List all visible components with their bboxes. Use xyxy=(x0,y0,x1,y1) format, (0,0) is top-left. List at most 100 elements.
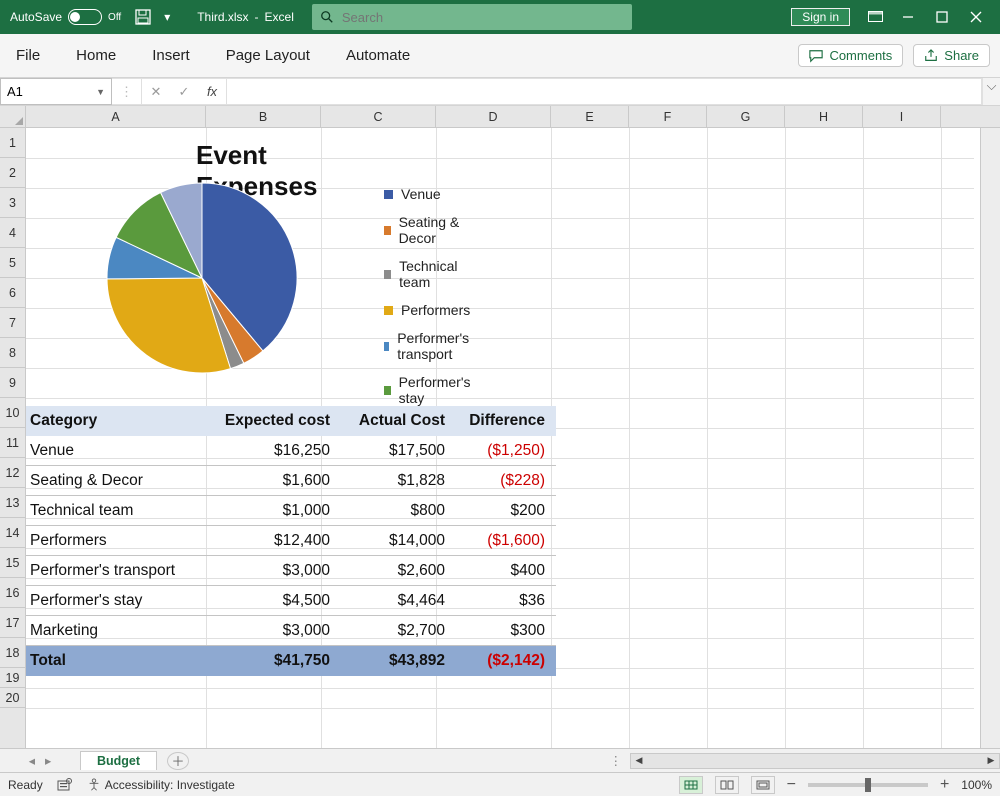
row-header-19[interactable]: 19 xyxy=(0,668,25,688)
cell-category: Performer's transport xyxy=(26,562,210,580)
toggle-track[interactable] xyxy=(68,9,102,25)
fx-icon[interactable]: fx xyxy=(198,84,226,99)
column-header-C[interactable]: C xyxy=(321,106,436,127)
table-row[interactable]: Seating & Decor$1,600$1,828($228) xyxy=(26,466,556,496)
sheet-tab-budget[interactable]: Budget xyxy=(80,751,157,770)
row-header-5[interactable]: 5 xyxy=(0,248,25,278)
minimize-icon[interactable] xyxy=(902,11,918,23)
row-header-16[interactable]: 16 xyxy=(0,578,25,608)
cell-category: Venue xyxy=(26,442,210,460)
column-header-A[interactable]: A xyxy=(26,106,206,127)
row-header-1[interactable]: 1 xyxy=(0,128,25,158)
name-box[interactable]: A1 ▼ xyxy=(0,78,112,105)
macro-record-icon[interactable] xyxy=(57,778,73,792)
row-header-6[interactable]: 6 xyxy=(0,278,25,308)
row-header-10[interactable]: 10 xyxy=(0,398,25,428)
page-break-view-icon[interactable] xyxy=(751,776,775,794)
row-header-4[interactable]: 4 xyxy=(0,218,25,248)
column-header-B[interactable]: B xyxy=(206,106,321,127)
tab-home[interactable]: Home xyxy=(70,43,122,68)
column-header-H[interactable]: H xyxy=(785,106,863,127)
autosave-toggle[interactable]: AutoSave Off xyxy=(0,9,131,25)
sign-in-button[interactable]: Sign in xyxy=(791,8,850,26)
cancel-formula-icon[interactable]: ✕ xyxy=(142,84,170,100)
row-header-2[interactable]: 2 xyxy=(0,158,25,188)
legend-item: Performer's stay xyxy=(384,374,473,406)
cell-category: Performers xyxy=(26,532,210,550)
row-header-20[interactable]: 20 xyxy=(0,688,25,708)
zoom-slider[interactable] xyxy=(808,783,928,787)
row-header-11[interactable]: 11 xyxy=(0,428,25,458)
select-all-corner[interactable] xyxy=(0,106,26,127)
col-category: Category xyxy=(26,412,210,430)
column-header-D[interactable]: D xyxy=(436,106,551,127)
page-layout-view-icon[interactable] xyxy=(715,776,739,794)
row-header-9[interactable]: 9 xyxy=(0,368,25,398)
table-row[interactable]: Venue$16,250$17,500($1,250) xyxy=(26,436,556,466)
row-header-14[interactable]: 14 xyxy=(0,518,25,548)
column-header-F[interactable]: F xyxy=(629,106,707,127)
vertical-scrollbar[interactable] xyxy=(980,128,1000,748)
legend-swatch xyxy=(384,226,391,235)
scroll-left-icon[interactable]: ◀ xyxy=(631,755,647,766)
formula-expand-icon[interactable]: ⌵ xyxy=(982,78,1000,105)
cell-actual: $800 xyxy=(340,502,455,520)
row-header-18[interactable]: 18 xyxy=(0,638,25,668)
horizontal-scrollbar[interactable]: ◀ ▶ xyxy=(630,753,1000,769)
chevron-down-icon[interactable]: ▼ xyxy=(96,87,105,97)
row-header-3[interactable]: 3 xyxy=(0,188,25,218)
total-expected: $41,750 xyxy=(210,652,340,670)
comments-button[interactable]: Comments xyxy=(798,44,903,67)
pie-chart[interactable] xyxy=(102,178,322,398)
zoom-in-icon[interactable]: + xyxy=(940,776,949,794)
enter-formula-icon[interactable]: ✓ xyxy=(170,84,198,100)
total-label: Total xyxy=(26,652,210,670)
cell-difference: $400 xyxy=(455,562,555,580)
cell-actual: $17,500 xyxy=(340,442,455,460)
qat-overflow-icon[interactable]: ▾ xyxy=(155,10,179,24)
tab-page-layout[interactable]: Page Layout xyxy=(220,43,316,68)
worksheet-grid[interactable]: 1234567891011121314151617181920 Event Ex… xyxy=(0,128,1000,748)
row-header-8[interactable]: 8 xyxy=(0,338,25,368)
cell-difference: $200 xyxy=(455,502,555,520)
autosave-label: AutoSave xyxy=(10,10,62,24)
normal-view-icon[interactable] xyxy=(679,776,703,794)
close-icon[interactable] xyxy=(970,11,986,23)
formula-bar[interactable] xyxy=(227,78,982,105)
title-bar: AutoSave Off ▾ Third.xlsx - Excel Sign i… xyxy=(0,0,1000,34)
ribbon-display-icon[interactable] xyxy=(868,11,884,23)
cell-difference: $300 xyxy=(455,622,555,640)
sheet-nav[interactable]: ◂▸ xyxy=(0,753,80,768)
table-row[interactable]: Performer's transport$3,000$2,600$400 xyxy=(26,556,556,586)
column-header-I[interactable]: I xyxy=(863,106,941,127)
search-input[interactable] xyxy=(342,10,624,25)
column-header-E[interactable]: E xyxy=(551,106,629,127)
table-row[interactable]: Marketing$3,000$2,700$300 xyxy=(26,616,556,646)
row-header-15[interactable]: 15 xyxy=(0,548,25,578)
accessibility-icon[interactable]: Accessibility: Investigate xyxy=(87,778,235,792)
row-header-12[interactable]: 12 xyxy=(0,458,25,488)
add-sheet-button[interactable]: ＋ xyxy=(167,752,189,770)
column-header-G[interactable]: G xyxy=(707,106,785,127)
formula-input[interactable] xyxy=(227,84,981,99)
legend-label: Performer's transport xyxy=(397,330,473,362)
row-header-17[interactable]: 17 xyxy=(0,608,25,638)
tab-automate[interactable]: Automate xyxy=(340,43,416,68)
row-header-7[interactable]: 7 xyxy=(0,308,25,338)
cell-expected: $16,250 xyxy=(210,442,340,460)
zoom-out-icon[interactable]: − xyxy=(787,776,796,794)
tab-file[interactable]: File xyxy=(10,43,46,68)
table-row[interactable]: Technical team$1,000$800$200 xyxy=(26,496,556,526)
sheet-split-icon[interactable]: ⋮ xyxy=(610,753,623,768)
scroll-right-icon[interactable]: ▶ xyxy=(983,755,999,766)
search-box[interactable] xyxy=(312,4,632,30)
maximize-icon[interactable] xyxy=(936,11,952,23)
tab-insert[interactable]: Insert xyxy=(146,43,196,68)
save-icon[interactable] xyxy=(131,9,155,25)
cell-expected: $3,000 xyxy=(210,562,340,580)
table-row[interactable]: Performer's stay$4,500$4,464$36 xyxy=(26,586,556,616)
total-actual: $43,892 xyxy=(340,652,455,670)
table-row[interactable]: Performers$12,400$14,000($1,600) xyxy=(26,526,556,556)
share-button[interactable]: Share xyxy=(913,44,990,67)
row-header-13[interactable]: 13 xyxy=(0,488,25,518)
